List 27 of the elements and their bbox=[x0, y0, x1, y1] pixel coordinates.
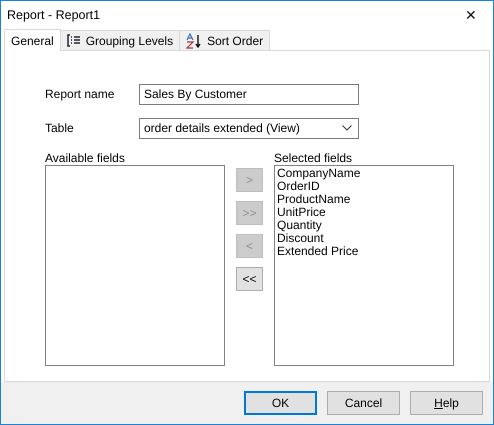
list-label: Selected fields bbox=[274, 151, 354, 165]
list-label: Available fields bbox=[45, 151, 126, 165]
list-item[interactable]: OrderID bbox=[277, 180, 451, 193]
tab[interactable]: General bbox=[4, 29, 61, 51]
report-name-field[interactable]: Sales By Customer bbox=[139, 84, 359, 104]
list-item[interactable]: Extended Price bbox=[277, 245, 451, 258]
sort-icon bbox=[186, 32, 202, 48]
list-item[interactable]: Discount bbox=[277, 232, 451, 245]
tab[interactable]: Sort Order bbox=[179, 30, 270, 50]
field-label: Table bbox=[45, 121, 75, 135]
dialog-button[interactable]: Cancel bbox=[327, 391, 400, 415]
tab[interactable]: Grouping Levels bbox=[60, 30, 180, 50]
selected-fields-list[interactable]: CompanyName OrderID ProductName UnitPrice Quantity Discount Extended Price bbox=[274, 165, 454, 366]
list-item[interactable]: ProductName bbox=[277, 193, 451, 206]
available-fields-list[interactable] bbox=[45, 165, 225, 366]
window-title: Report - Report1 bbox=[7, 8, 100, 22]
list-item[interactable]: Quantity bbox=[277, 219, 451, 232]
move-button[interactable]: << bbox=[236, 267, 263, 291]
chevron-icon bbox=[342, 125, 352, 131]
list-icon bbox=[66, 34, 81, 47]
list-item[interactable]: UnitPrice bbox=[277, 206, 451, 219]
table-dropdown[interactable]: order details extended (View) bbox=[139, 118, 359, 138]
dialog-button[interactable]: Help bbox=[410, 391, 483, 415]
field-label: Report name bbox=[45, 87, 116, 101]
close-button[interactable]: ✕ bbox=[449, 1, 493, 29]
list-item[interactable]: CompanyName bbox=[277, 167, 451, 180]
dialog-button[interactable]: OK bbox=[244, 391, 317, 415]
